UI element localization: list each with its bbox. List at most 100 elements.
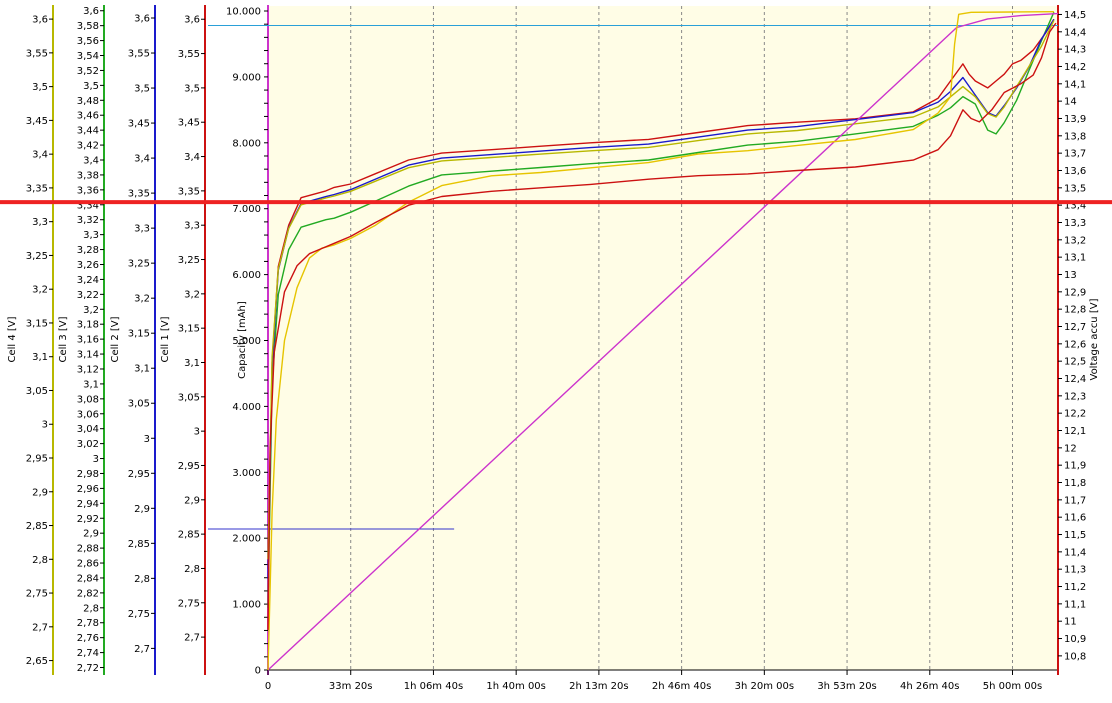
cell2-tick-label: 3,25 — [128, 259, 150, 270]
cell4-tick-label: 3,35 — [26, 183, 48, 194]
cell2-tick-label: 3 — [144, 434, 150, 445]
capacity-tick-label: 6.000 — [232, 270, 261, 281]
cell4-tick-label: 3,15 — [26, 318, 48, 329]
voltage-tick-label: 12,3 — [1064, 391, 1086, 402]
voltage-tick-label: 11,4 — [1064, 547, 1086, 558]
voltage-tick-label: 13,8 — [1064, 131, 1086, 142]
cell3-tick-label: 3,46 — [77, 111, 99, 122]
voltage-tick-label: 13,6 — [1064, 166, 1086, 177]
voltage-tick-label: 12,6 — [1064, 339, 1086, 350]
chart-root: 2,65 2,7 2,75 2,8 2,85 2,9 2,95 3 3,05 3,1 3,15 3,2… — [0, 0, 1112, 698]
cell2-tick-label: 3,15 — [128, 329, 150, 340]
voltage-tick-label: 13,9 — [1064, 114, 1086, 125]
cell3-tick-label: 3,44 — [77, 126, 99, 137]
cell3-tick-label: 3,08 — [77, 394, 99, 405]
cell2-tick-label: 2,7 — [134, 644, 150, 655]
cell1-tick-label: 3 — [194, 427, 200, 438]
voltage-tick-label: 14,3 — [1064, 45, 1086, 56]
cell2-tick-label: 3,3 — [134, 224, 150, 235]
voltage-tick-label: 14,5 — [1064, 10, 1086, 21]
cell4-tick-label: 2,85 — [26, 521, 48, 532]
cell3-tick-label: 3 — [93, 454, 99, 465]
cell3-tick-label: 3,38 — [77, 170, 99, 181]
voltage-tick-label: 10,8 — [1064, 651, 1086, 662]
voltage-tick-label: 12,4 — [1064, 374, 1086, 385]
voltage-tick-label: 11,8 — [1064, 478, 1086, 489]
capacity-tick-label: 7.000 — [232, 204, 261, 215]
voltage-tick-label: 11,5 — [1064, 530, 1086, 541]
axis-title-cell1: Cell 1 [V] — [160, 316, 171, 362]
cell3-tick-label: 2,78 — [77, 618, 99, 629]
cell4-tick-label: 2,7 — [32, 622, 48, 633]
cell2-tick-label: 2,95 — [128, 469, 150, 480]
voltage-tick-label: 11,3 — [1064, 565, 1086, 576]
cell3-tick-label: 2,82 — [77, 588, 99, 599]
cell4-tick-label: 2,95 — [26, 454, 48, 465]
cell3-tick-label: 3,02 — [77, 439, 99, 450]
cell3-tick-label: 3,26 — [77, 260, 99, 271]
cell3-tick-label: 3,16 — [77, 335, 99, 346]
axis-title-cell3: Cell 3 [V] — [58, 316, 69, 362]
cell3-tick-label: 2,72 — [77, 663, 99, 674]
cell4-tick-label: 3,45 — [26, 116, 48, 127]
cell2-tick-label: 3,35 — [128, 189, 150, 200]
cell3-tick-label: 2,9 — [83, 529, 99, 540]
x-tick-label: 2h 13m 20s — [569, 681, 628, 692]
cell3-tick-label: 3,52 — [77, 66, 99, 77]
x-tick-label: 33m 20s — [329, 681, 373, 692]
cell1-tick-label: 3,5 — [184, 83, 200, 94]
cell3-tick-label: 3,5 — [83, 81, 99, 92]
voltage-tick-label: 14 — [1064, 97, 1077, 108]
capacity-tick-label: 9.000 — [232, 72, 261, 83]
voltage-tick-label: 13,2 — [1064, 235, 1086, 246]
capacity-tick-label: 8.000 — [232, 138, 261, 149]
cell3-tick-label: 2,94 — [77, 499, 99, 510]
capacity-tick-label: 2.000 — [232, 534, 261, 545]
cell1-tick-label: 2,7 — [184, 633, 200, 644]
cell2-tick-label: 3,55 — [128, 49, 150, 60]
voltage-tick-label: 10,9 — [1064, 634, 1086, 645]
voltage-tick-label: 13,7 — [1064, 149, 1086, 160]
cell3-tick-label: 3,56 — [77, 36, 99, 47]
capacity-tick-label: 0 — [255, 666, 261, 677]
cell2-tick-label: 2,75 — [128, 609, 150, 620]
x-tick-label: 3h 20m 00s — [735, 681, 794, 692]
cell1-tick-label: 3,1 — [184, 358, 200, 369]
cell4-tick-label: 2,9 — [32, 487, 48, 498]
x-tick-label: 2h 46m 40s — [652, 681, 711, 692]
cell1-tick-label: 3,25 — [178, 255, 200, 266]
axis-title-cell2: Cell 2 [V] — [110, 316, 121, 362]
cell3-tick-label: 3,06 — [77, 409, 99, 420]
cell4-tick-label: 3,4 — [32, 150, 48, 161]
cell3-tick-label: 3,6 — [83, 6, 99, 17]
voltage-tick-label: 11,7 — [1064, 495, 1086, 506]
cell3-tick-label: 3,3 — [83, 230, 99, 241]
cell3-tick-label: 3,4 — [83, 156, 99, 167]
voltage-tick-label: 14,2 — [1064, 62, 1086, 73]
cell1-tick-label: 3,35 — [178, 186, 200, 197]
cell3-tick-label: 2,76 — [77, 633, 99, 644]
cell3-tick-label: 3,18 — [77, 320, 99, 331]
voltage-tick-label: 12,2 — [1064, 409, 1086, 420]
cell2-tick-label: 3,5 — [134, 84, 150, 95]
voltage-tick-label: 12,1 — [1064, 426, 1086, 437]
voltage-tick-label: 11,2 — [1064, 582, 1086, 593]
voltage-tick-label: 12 — [1064, 443, 1077, 454]
cell4-tick-label: 3,25 — [26, 251, 48, 262]
cell3-tick-label: 3,22 — [77, 290, 99, 301]
cell4-tick-label: 3,6 — [32, 15, 48, 26]
cell1-tick-label: 3,45 — [178, 118, 200, 129]
voltage-tick-label: 13,5 — [1064, 183, 1086, 194]
voltage-tick-label: 14,1 — [1064, 79, 1086, 90]
cell1-tick-label: 2,85 — [178, 530, 200, 541]
cell4-tick-label: 2,8 — [32, 555, 48, 566]
cell3-tick-label: 3,12 — [77, 364, 99, 375]
cell3-tick-label: 3,48 — [77, 96, 99, 107]
cell1-tick-label: 2,8 — [184, 564, 200, 575]
chart-svg: 2,65 2,7 2,75 2,8 2,85 2,9 2,95 3 3,05 3,1 3,15 3,2… — [0, 5, 1112, 692]
cell2-tick-label: 3,45 — [128, 119, 150, 130]
cell1-tick-label: 3,3 — [184, 221, 200, 232]
capacity-tick-label: 10.000 — [226, 7, 261, 18]
cell2-tick-label: 3,4 — [134, 154, 150, 165]
cell3-tick-label: 3,14 — [77, 350, 99, 361]
